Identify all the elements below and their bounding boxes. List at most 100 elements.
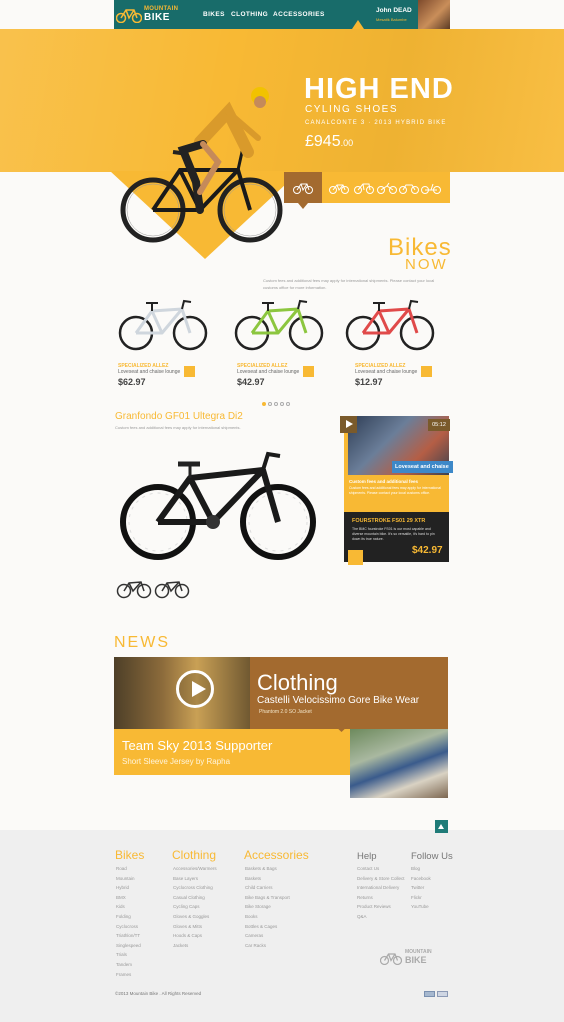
footer-logo-line2: BIKE: [405, 955, 427, 965]
footer-link[interactable]: Child Carriers: [245, 883, 290, 893]
promo-desc: The BMC fourstroke FS01 is our most capa…: [352, 527, 435, 541]
nav-bikes[interactable]: BIKES: [203, 11, 225, 18]
bikes-section-subtitle: NOW: [405, 256, 448, 273]
footer-link[interactable]: Mountain: [116, 874, 141, 884]
product-card[interactable]: SPECIALIZED ALLEZ Loveseat and chaise lo…: [234, 290, 337, 390]
footer-link[interactable]: Tandem: [116, 960, 141, 970]
bmx-bike-icon[interactable]: [377, 181, 397, 194]
footer-link[interactable]: Car Racks: [245, 941, 290, 951]
back-to-top-icon[interactable]: [435, 820, 448, 833]
footer-link[interactable]: Bike Storage: [245, 902, 290, 912]
bikes-section-desc: Custom fees and additional fees may appl…: [263, 278, 435, 290]
footer-link[interactable]: Folding: [116, 912, 141, 922]
carousel-dot[interactable]: [268, 402, 272, 406]
footer-link[interactable]: Blog: [411, 864, 431, 874]
hero-title: HIGH END: [304, 73, 454, 105]
mastercard-icon: [437, 991, 448, 997]
footer-link[interactable]: Baskets & Bags: [245, 864, 290, 874]
footer-link[interactable]: Cyclocross Clothing: [173, 883, 217, 893]
footer-link[interactable]: Contact Us: [357, 864, 405, 874]
product-bike-image[interactable]: [118, 295, 208, 355]
footer-follow-links: Blog Facebook Twitter Flickr YouTube: [411, 864, 431, 912]
footer-link[interactable]: Triathlon/TT: [116, 931, 141, 941]
footer-link[interactable]: Bike Bags & Transport: [245, 893, 290, 903]
footer-link[interactable]: Delivery & Store Collect: [357, 874, 405, 884]
footer-link[interactable]: Cycling Caps: [173, 902, 217, 912]
footer-link[interactable]: Twitter: [411, 883, 431, 893]
footer-link[interactable]: Product Reviews: [357, 902, 405, 912]
visa-card-icon: [424, 991, 435, 997]
product-price: $62.97: [118, 377, 146, 387]
carousel-dot[interactable]: [280, 402, 284, 406]
product-card[interactable]: SPECIALIZED ALLEZ Loveseat and chaise lo…: [345, 290, 455, 390]
featured-bike-image[interactable]: [118, 440, 328, 570]
footer-link[interactable]: Trials: [116, 950, 141, 960]
kids-bike-icon[interactable]: [399, 181, 419, 194]
footer-link[interactable]: Q&A: [357, 912, 405, 922]
user-menu[interactable]: John DEAD Mesatik Balumbe: [376, 7, 412, 22]
footer-link[interactable]: Facebook: [411, 874, 431, 884]
play-icon[interactable]: [340, 416, 357, 433]
footer-link[interactable]: Baskets: [245, 874, 290, 884]
carousel-dot[interactable]: [262, 402, 266, 406]
footer-link[interactable]: Hybrid: [116, 883, 141, 893]
avatar[interactable]: [418, 0, 450, 29]
footer-link[interactable]: Road: [116, 864, 141, 874]
product-bike-image[interactable]: [234, 295, 324, 355]
hero-price-cents: .00: [340, 138, 354, 148]
video-duration: 05:12: [428, 419, 450, 431]
promo-cart-icon[interactable]: [348, 550, 363, 565]
footer-link[interactable]: BMX: [116, 893, 141, 903]
news-teamsky-subtitle: Short Sleeve Jersey by Rapha: [122, 757, 231, 766]
product-desc: Loveseat and chaise lounge: [237, 369, 300, 375]
add-to-cart-icon[interactable]: [421, 366, 432, 377]
footer-link[interactable]: Gloves & Mitts: [173, 922, 217, 932]
footer-link[interactable]: Flickr: [411, 893, 431, 903]
add-to-cart-icon[interactable]: [184, 366, 195, 377]
promo-title: FOURSTROKE FS01 29 XTR: [352, 518, 426, 524]
carousel-dot[interactable]: [286, 402, 290, 406]
footer-logo[interactable]: MOUNTAIN BIKE: [380, 947, 450, 967]
brand-logo[interactable]: MOUNTAIN BIKE: [116, 4, 186, 26]
footer-link[interactable]: Casual Clothing: [173, 893, 217, 903]
carousel-dot[interactable]: [274, 402, 278, 406]
footer-link[interactable]: Cyclocross: [116, 922, 141, 932]
featured-bike-desc: Custom fees and additional fees may appl…: [115, 425, 241, 430]
footer-link[interactable]: YouTube: [411, 902, 431, 912]
product-price: $42.97: [237, 377, 265, 387]
nav-accessories[interactable]: ACCESSORIES: [273, 11, 325, 18]
product-bike-image[interactable]: [345, 295, 435, 355]
hybrid-bike-icon[interactable]: [354, 181, 374, 194]
footer-help-title: Help: [357, 851, 377, 862]
nav-clothing[interactable]: CLOTHING: [231, 11, 268, 18]
footer-link[interactable]: Accessories/Warmers: [173, 864, 217, 874]
footer-link[interactable]: Bottles & Cages: [245, 922, 290, 932]
news-play-icon[interactable]: [176, 670, 214, 708]
footer-link[interactable]: Kids: [116, 902, 141, 912]
video-label[interactable]: Loveseat and chaise: [392, 461, 453, 473]
hero-subtitle: CYLING SHOES: [305, 104, 399, 115]
mountain-bike-icon[interactable]: [329, 181, 349, 194]
footer-link[interactable]: Returns: [357, 893, 405, 903]
footer-link[interactable]: Gloves & Goggles: [173, 912, 217, 922]
footer-link[interactable]: Cameras: [245, 931, 290, 941]
footer-link[interactable]: Frames: [116, 970, 141, 980]
road-bike-icon[interactable]: [293, 181, 313, 194]
footer-link[interactable]: Hoods & Caps: [173, 931, 217, 941]
add-to-cart-icon[interactable]: [303, 366, 314, 377]
promo-price: $42.97: [412, 545, 443, 556]
thumbnail-bike-1[interactable]: [116, 577, 152, 599]
footer-link[interactable]: International Delivery: [357, 883, 405, 893]
brand-line2: BIKE: [144, 12, 170, 23]
footer-link[interactable]: Jackets: [173, 941, 217, 951]
footer-follow-title: Follow Us: [411, 851, 453, 862]
footer-link[interactable]: Books: [245, 912, 290, 922]
footer-accessories-links: Baskets & Bags Baskets Child Carriers Bi…: [245, 864, 290, 950]
folding-bike-icon[interactable]: [421, 181, 441, 194]
thumbnail-bike-2[interactable]: [154, 577, 190, 599]
news-cyclist-photo[interactable]: [350, 729, 448, 798]
product-price: $12.97: [355, 377, 383, 387]
product-card[interactable]: SPECIALIZED ALLEZ Loveseat and chaise lo…: [118, 290, 218, 390]
footer-link[interactable]: Singlespeed: [116, 941, 141, 951]
footer-link[interactable]: Base Layers: [173, 874, 217, 884]
